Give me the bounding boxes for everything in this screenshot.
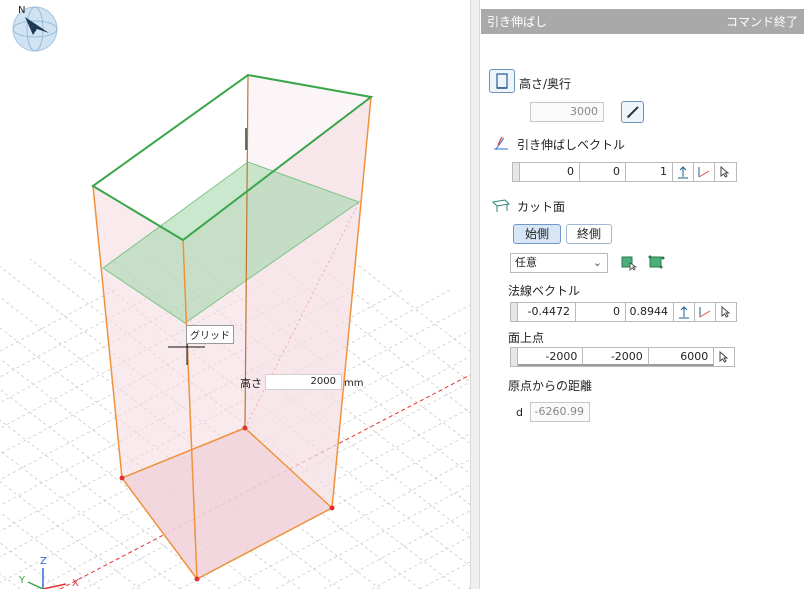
height-depth-value: 3000 [570, 105, 598, 118]
pick-cursor-icon [720, 166, 730, 178]
height-input-label: 高さ [240, 377, 262, 390]
grid-line [419, 561, 470, 589]
plane-point-label: 面上点 [508, 331, 545, 345]
normal-vector-y[interactable]: 0 [576, 303, 626, 321]
row-grip[interactable] [513, 163, 520, 181]
select-face-button[interactable] [621, 255, 638, 271]
height-depth-toggle[interactable] [489, 69, 515, 93]
normal-vector-z[interactable]: 0.8944 [626, 303, 674, 321]
extrude-vector-label: 引き伸ばしベクトル [517, 138, 626, 152]
height-input-value: 2000 [310, 376, 336, 387]
direction-3d-button[interactable] [694, 163, 715, 181]
start-side-button[interactable]: 始側 [513, 224, 561, 244]
panel-title: 引き伸ばし [487, 15, 548, 29]
scene-canvas[interactable] [0, 0, 470, 589]
panel-splitter[interactable] [470, 0, 480, 589]
distance-label: 原点からの距離 [508, 379, 593, 393]
end-command-button[interactable]: コマンド終了 [726, 13, 798, 30]
cut-plane-label: カット面 [517, 200, 566, 214]
compass-widget[interactable]: N [11, 5, 59, 53]
extrude-vector-y[interactable]: 0 [580, 163, 626, 181]
extrude-vector-row: 0 0 1 [512, 162, 737, 182]
grid-line [0, 542, 61, 589]
grid-line [371, 536, 470, 589]
corner-point[interactable] [242, 425, 248, 431]
height-input[interactable]: 2000 [265, 374, 342, 390]
row-grip[interactable] [511, 348, 518, 366]
direction-3d-icon [699, 307, 711, 318]
pick-vector-button[interactable] [715, 163, 735, 181]
height-depth-field[interactable]: 3000 [530, 102, 604, 122]
direction-up-button[interactable] [673, 163, 694, 181]
y-axis-label: Y [19, 575, 26, 586]
vector-icon [494, 136, 508, 150]
cut-mode-select[interactable]: 任意 ⌄ [510, 253, 608, 273]
command-panel: 引き伸ばし コマンド終了 高さ/奥行 3000 引き伸ばしベクトル 0 0 1 [480, 0, 807, 589]
pick-point-button[interactable] [714, 348, 734, 366]
distance-symbol: d [516, 406, 523, 419]
plane-point-z[interactable]: 6000 [648, 348, 715, 366]
distance-value: -6260.99 [534, 405, 584, 418]
direction-up-icon [679, 306, 689, 319]
distance-field: -6260.99 [530, 402, 590, 422]
normal-vector-label: 法線ベクトル [508, 284, 581, 298]
edit-height-button[interactable] [621, 101, 644, 123]
select-points-icon [648, 255, 665, 269]
pick-normal-button[interactable] [716, 303, 736, 321]
grid-tooltip-text: グリッド [190, 331, 230, 342]
normal-3d-button[interactable] [695, 303, 716, 321]
height-unit-label: mm [344, 378, 364, 389]
z-axis-label: Z [40, 556, 47, 567]
normal-up-button[interactable] [674, 303, 695, 321]
select-points-button[interactable] [648, 255, 666, 271]
height-depth-label: 高さ/奥行 [519, 77, 572, 91]
height-icon [496, 73, 508, 89]
pick-cursor-icon [719, 351, 729, 363]
plane-point-y[interactable]: -2000 [583, 348, 649, 366]
row-grip[interactable] [511, 303, 518, 321]
corner-point[interactable] [329, 505, 335, 511]
direction-up-icon [678, 166, 688, 179]
grid-snap-tooltip: グリッド [186, 325, 234, 344]
grid-line [0, 288, 117, 352]
cut-mode-value: 任意 [515, 256, 537, 269]
extrude-vector-z[interactable]: 1 [626, 163, 673, 181]
chevron-down-icon: ⌄ [592, 256, 602, 269]
axis-indicator [27, 568, 67, 589]
panel-header: 引き伸ばし コマンド終了 [481, 9, 804, 34]
direction-3d-icon [698, 167, 710, 178]
extrude-vector-x[interactable]: 0 [520, 163, 580, 181]
x-axis-label: X [72, 578, 79, 589]
select-face-icon [621, 256, 638, 271]
compass-north-label: N [18, 5, 26, 16]
plane-point-row: -2000 -2000 6000 [510, 347, 735, 367]
normal-vector-x[interactable]: -0.4472 [518, 303, 576, 321]
pencil-icon [626, 106, 639, 118]
corner-point[interactable] [194, 576, 200, 582]
end-side-button[interactable]: 終側 [566, 224, 612, 244]
plane-point-x[interactable]: -2000 [517, 348, 584, 366]
viewport-3d[interactable]: N グリッド 高さ 2000 mm Z Y X [0, 0, 470, 589]
pick-cursor-icon [721, 306, 731, 318]
grid-line [0, 573, 21, 589]
corner-point[interactable] [119, 475, 125, 481]
normal-vector-row: -0.4472 0 0.8944 [510, 302, 737, 322]
cut-plane-icon [492, 199, 510, 212]
